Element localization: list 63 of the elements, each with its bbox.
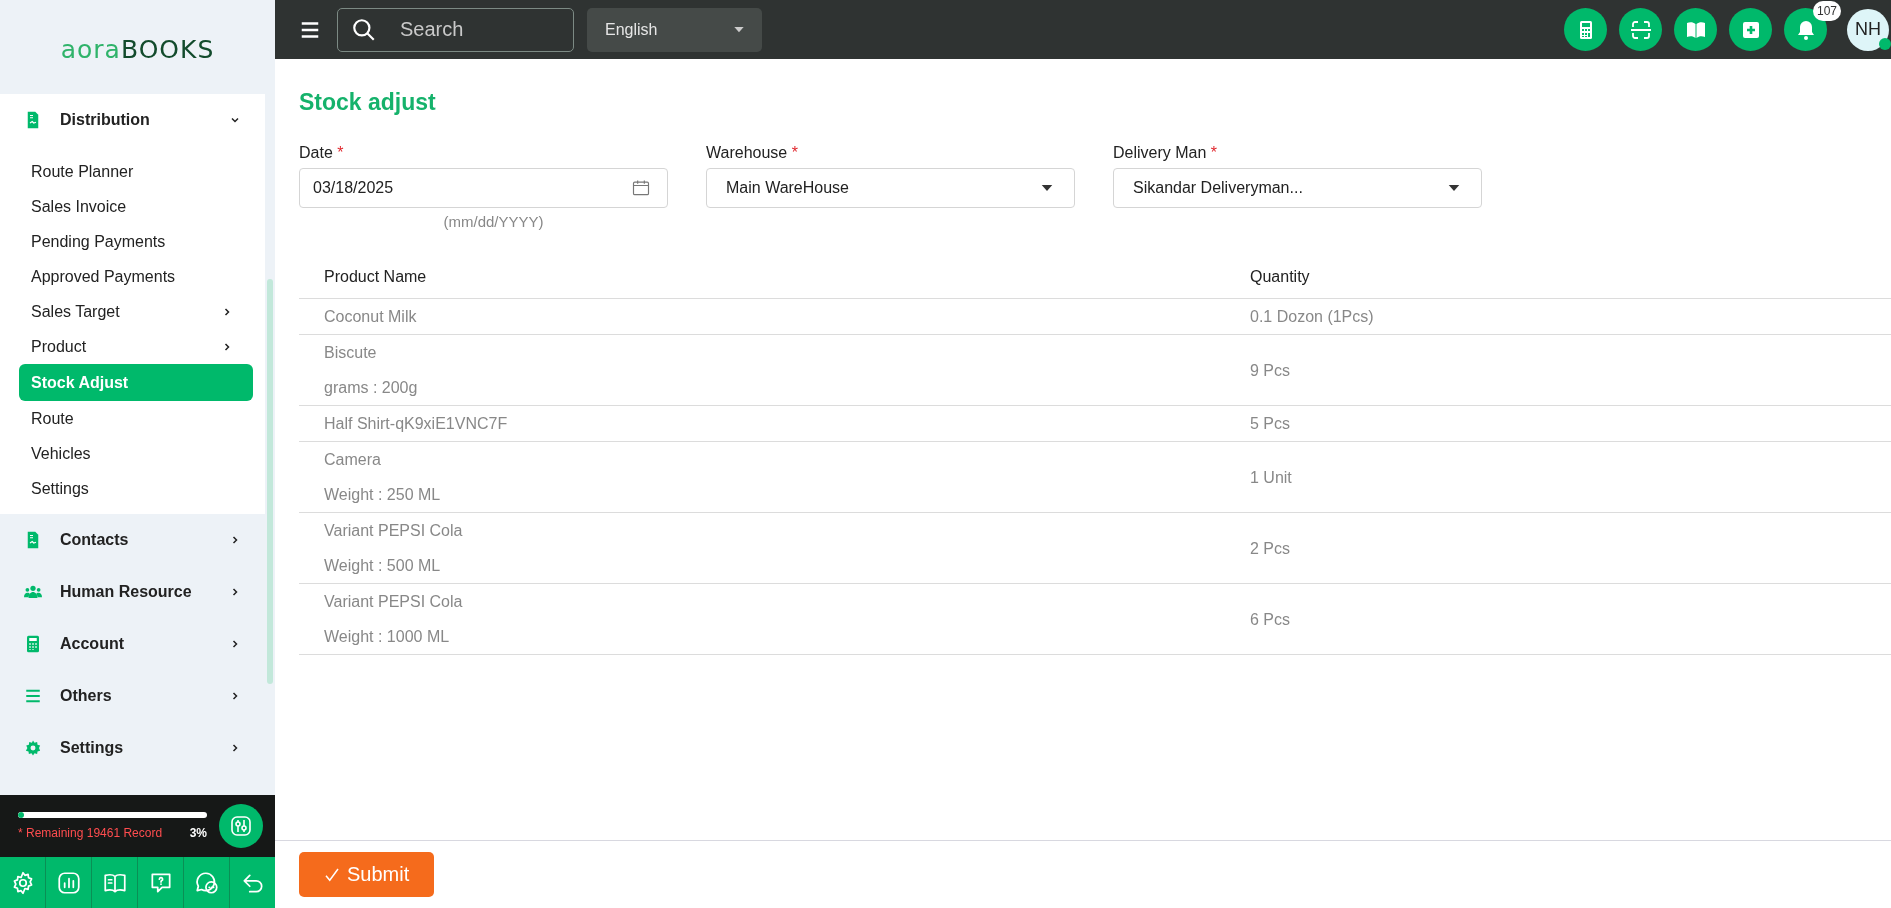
product-name: Variant PEPSI Cola: [324, 521, 464, 541]
quantity-cell-text: 6 Pcs: [1250, 609, 1291, 630]
chat-icon[interactable]: [193, 869, 220, 896]
notification-count: 107: [1812, 1, 1841, 21]
menu-item[interactable]: Human Resource: [0, 566, 265, 618]
submenu-item[interactable]: Approved Payments: [19, 259, 253, 294]
calculator-icon: [24, 635, 42, 653]
submenu-item[interactable]: Route Planner: [19, 154, 253, 189]
product-name: Half Shirt-qK9xiE1VNC7F: [324, 414, 509, 434]
menu-icon: [24, 687, 42, 705]
menu-item[interactable]: Settings: [0, 722, 265, 774]
search-icon: [351, 16, 377, 43]
chart-icon[interactable]: [55, 869, 82, 896]
menu-item[interactable]: Others: [0, 670, 265, 722]
search-field[interactable]: Search: [337, 7, 574, 52]
date-format-hint: (mm/dd/YYYY): [442, 213, 545, 230]
quantity-cell-text: 5 Pcs: [1250, 414, 1291, 434]
menu-item[interactable]: Account: [0, 618, 265, 670]
field-label: Warehouse *: [706, 144, 799, 162]
product-variant: grams : 200g: [324, 378, 419, 398]
submenu-item[interactable]: Pending Payments: [19, 224, 253, 259]
user-avatar[interactable]: NH: [1847, 8, 1889, 51]
page-title: Stock adjust: [299, 89, 437, 116]
calculator-button[interactable]: [1564, 8, 1607, 51]
field-label: Date *: [299, 144, 345, 162]
sliders-icon: [229, 814, 253, 838]
submenu-item[interactable]: Vehicles: [19, 436, 253, 471]
product-name: Variant PEPSI Cola: [324, 592, 464, 612]
menu-item[interactable]: Distribution: [0, 94, 265, 146]
usage-percent: 3%: [189, 826, 207, 840]
dropdown[interactable]: Sikandar Deliveryman...: [1113, 168, 1482, 208]
product-name: Camera: [324, 450, 382, 470]
product-name: Biscute: [324, 343, 378, 363]
logo: aoraBOOKS: [60, 36, 215, 62]
people-icon: [24, 583, 42, 601]
book-button[interactable]: [1674, 8, 1717, 51]
column-header: Quantity: [1250, 268, 1311, 286]
quantity-cell-text: 0.1 Dozon (1Pcs): [1250, 307, 1375, 327]
product-variant: Weight : 500 ML: [324, 556, 442, 576]
scrollbar[interactable]: [267, 279, 273, 684]
submenu-item[interactable]: Sales Target: [19, 294, 253, 329]
submenu-item[interactable]: Sales Invoice: [19, 189, 253, 224]
language-dropdown[interactable]: English: [587, 7, 762, 52]
product-variant: Weight : 1000 ML: [324, 627, 451, 647]
dropdown[interactable]: Main WareHouse: [706, 168, 1075, 208]
quantity-cell-text: 1 Unit: [1250, 467, 1293, 488]
scan-button[interactable]: [1619, 8, 1662, 51]
product-variant: Weight : 250 ML: [324, 485, 442, 505]
quantity-cell-text: 9 Pcs: [1250, 360, 1291, 381]
product-name: Coconut Milk: [324, 307, 418, 327]
submenu-item[interactable]: Settings: [19, 471, 253, 506]
remaining-records: * Remaining 19461 Record: [18, 826, 163, 840]
add-button[interactable]: [1729, 8, 1772, 51]
submenu-item[interactable]: Product: [19, 329, 253, 364]
calendar-icon: [631, 178, 651, 198]
gear-icon: [24, 739, 42, 757]
submenu-item[interactable]: Route: [19, 401, 253, 436]
sliders-button[interactable]: [219, 804, 263, 848]
column-header: Product Name: [324, 268, 428, 286]
field-label: Delivery Man *: [1113, 144, 1219, 162]
quantity-cell-text: 2 Pcs: [1250, 538, 1291, 559]
menu-item[interactable]: Contacts: [0, 514, 265, 566]
date-field[interactable]: 03/18/2025: [299, 168, 668, 208]
